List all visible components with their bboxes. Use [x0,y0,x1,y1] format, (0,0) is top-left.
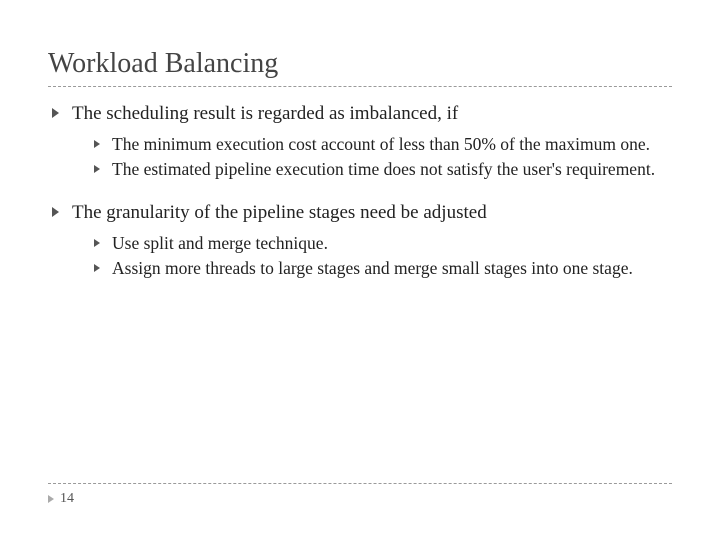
slide-title: Workload Balancing [48,48,672,80]
title-divider [48,86,672,87]
footer-divider [48,483,672,484]
sub-bullet-text: The minimum execution cost account of le… [112,134,650,154]
bullet-list-level1: The scheduling result is regarded as imb… [48,101,672,281]
slide: Workload Balancing The scheduling result… [0,0,720,540]
page-number: 14 [48,491,74,507]
sub-bullet-item: The minimum execution cost account of le… [90,133,672,157]
sub-bullet-text: Use split and merge technique. [112,233,328,253]
bullet-item: The scheduling result is regarded as imb… [48,101,672,182]
bullet-text: The scheduling result is regarded as imb… [72,103,458,124]
bullet-item: The granularity of the pipeline stages n… [48,200,672,281]
sub-bullet-item: Use split and merge technique. [90,232,672,256]
slide-footer: 14 [48,483,672,508]
bullet-text: The granularity of the pipeline stages n… [72,202,487,223]
sub-bullet-text: Assign more threads to large stages and … [112,258,633,278]
page-number-text: 14 [60,491,74,507]
slide-content: The scheduling result is regarded as imb… [48,101,672,281]
sub-bullet-item: The estimated pipeline execution time do… [90,158,672,182]
sub-bullet-text: The estimated pipeline execution time do… [112,159,655,179]
sub-bullet-item: Assign more threads to large stages and … [90,257,672,281]
bullet-list-level2: The minimum execution cost account of le… [90,133,672,182]
page-number-marker-icon [48,495,54,503]
bullet-list-level2: Use split and merge technique. Assign mo… [90,232,672,281]
